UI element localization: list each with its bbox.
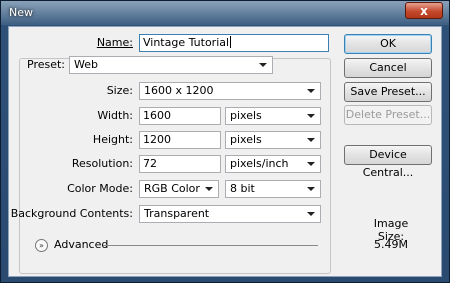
title-bar[interactable]: New x xyxy=(1,1,449,25)
color-mode-value: RGB Color xyxy=(144,182,200,195)
resolution-label: Resolution: xyxy=(71,157,133,170)
device-central-button[interactable]: Device Central... xyxy=(344,145,432,179)
chevron-down-icon xyxy=(205,187,213,191)
preset-select[interactable]: Web xyxy=(69,56,273,74)
height-unit-select[interactable]: pixels xyxy=(225,131,321,149)
background-contents-value: Transparent xyxy=(144,207,210,220)
chevron-down-double-icon[interactable]: » xyxy=(35,239,48,252)
name-input[interactable]: Vintage Tutorial xyxy=(139,34,329,52)
preset-label: Preset: xyxy=(27,58,66,71)
image-size-value: 5.49M xyxy=(374,238,408,251)
width-unit-value: pixels xyxy=(230,109,262,122)
resolution-unit-value: pixels/inch xyxy=(230,157,289,170)
chevron-down-icon xyxy=(259,63,267,67)
chevron-down-icon xyxy=(307,212,315,216)
preset-select-value: Web xyxy=(74,58,98,71)
save-preset-button[interactable]: Save Preset... xyxy=(344,82,432,102)
resolution-input-value: 72 xyxy=(143,157,157,170)
new-document-dialog: New x Name: Vintage Tutorial Preset: Web… xyxy=(0,0,450,283)
chevron-down-icon xyxy=(307,187,315,191)
size-select-value: 1600 x 1200 xyxy=(144,84,214,97)
height-input[interactable]: 1200 xyxy=(139,131,221,149)
advanced-label[interactable]: Advanced xyxy=(54,236,108,254)
chevron-down-icon xyxy=(307,138,315,142)
size-select[interactable]: 1600 x 1200 xyxy=(139,82,321,100)
height-unit-value: pixels xyxy=(230,133,262,146)
width-input[interactable]: 1600 xyxy=(139,107,221,125)
delete-preset-button: Delete Preset... xyxy=(344,105,432,125)
color-mode-select[interactable]: RGB Color xyxy=(139,180,219,198)
bit-depth-select[interactable]: 8 bit xyxy=(225,180,321,198)
cancel-button[interactable]: Cancel xyxy=(344,58,432,78)
width-label: Width: xyxy=(97,109,133,122)
dialog-title: New xyxy=(9,6,33,19)
resolution-input[interactable]: 72 xyxy=(139,155,221,173)
name-label: Name: xyxy=(96,36,133,49)
chevron-down-icon xyxy=(307,162,315,166)
bit-depth-value: 8 bit xyxy=(230,182,255,195)
name-input-value: Vintage Tutorial xyxy=(143,36,230,49)
close-button[interactable]: x xyxy=(405,2,443,19)
color-mode-label: Color Mode: xyxy=(67,182,133,195)
dialog-body: Name: Vintage Tutorial Preset: Web Size:… xyxy=(8,26,442,277)
resolution-unit-select[interactable]: pixels/inch xyxy=(225,155,321,173)
background-contents-label: Background Contents: xyxy=(10,207,133,220)
size-label: Size: xyxy=(106,84,133,97)
width-input-value: 1600 xyxy=(143,109,171,122)
advanced-divider xyxy=(103,245,318,246)
close-icon: x xyxy=(420,4,428,18)
height-label: Height: xyxy=(92,133,133,146)
chevron-down-icon xyxy=(307,114,315,118)
width-unit-select[interactable]: pixels xyxy=(225,107,321,125)
height-input-value: 1200 xyxy=(143,133,171,146)
chevron-down-icon xyxy=(307,89,315,93)
background-contents-select[interactable]: Transparent xyxy=(139,205,321,223)
ok-button[interactable]: OK xyxy=(344,34,432,54)
